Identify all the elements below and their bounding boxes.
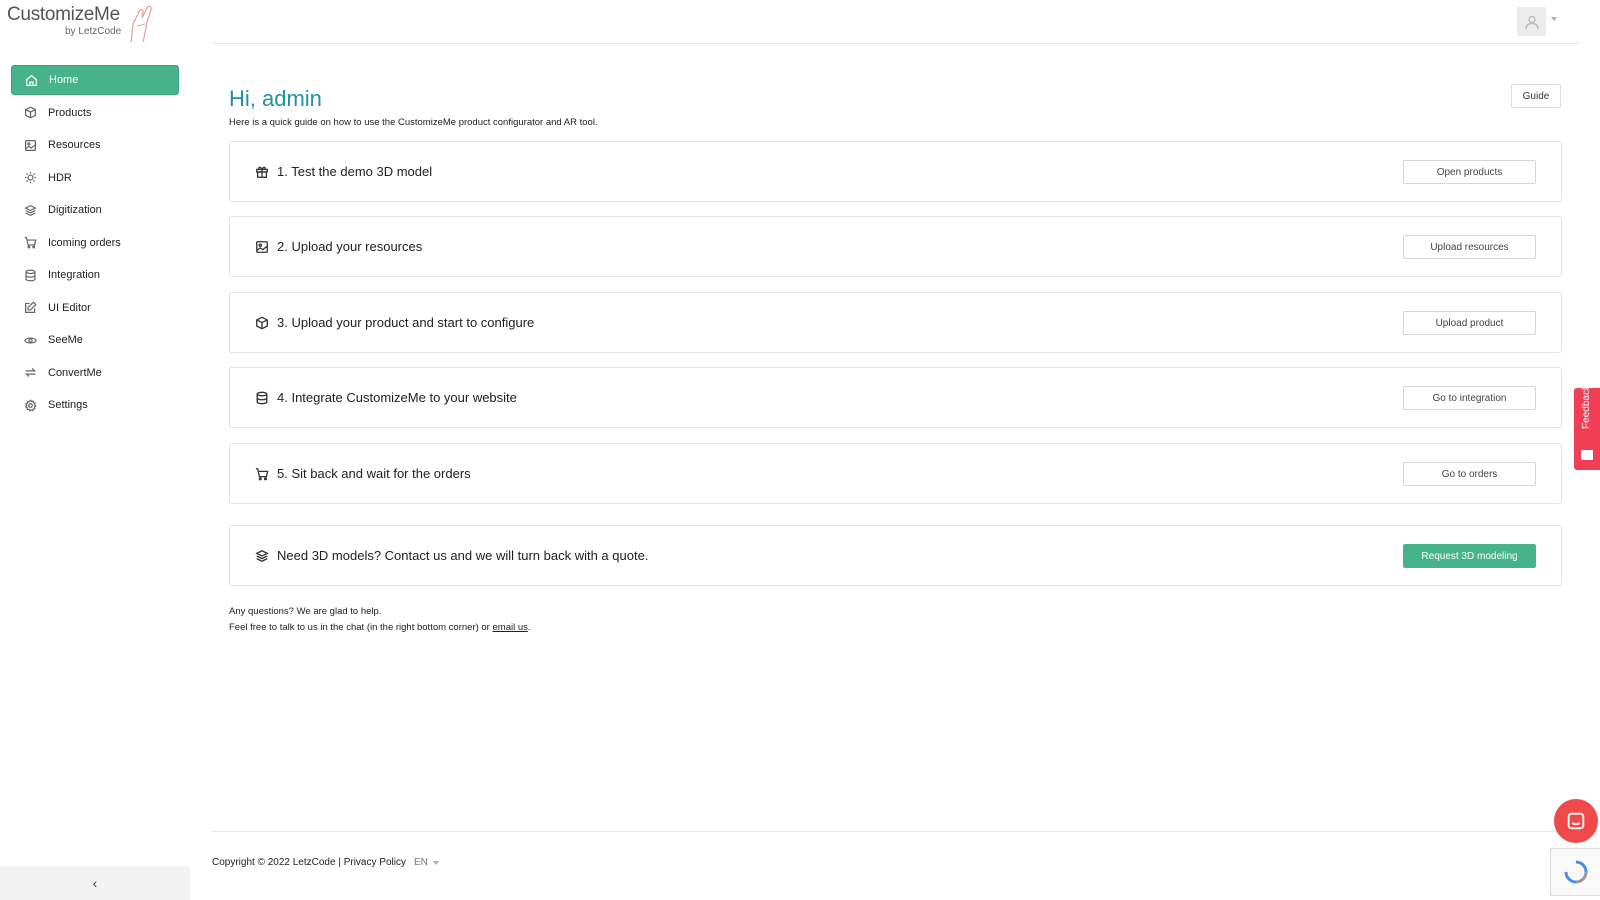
gift-icon [255,165,269,179]
user-icon [1524,15,1539,29]
step-title: 3. Upload your product and start to conf… [277,315,535,330]
logo-hand-icon [130,5,152,43]
sidebar-item-convertme[interactable]: ConvertMe [11,358,179,388]
language-label: EN [413,857,428,868]
convert-icon [23,366,37,380]
step-title: 5. Sit back and wait for the orders [277,466,471,481]
image-icon [23,138,37,152]
page-intro: Here is a quick guide on how to use the … [229,117,598,128]
logo-text: CustomizeMe [7,4,120,25]
eye-icon [23,333,37,347]
help-text: Any questions? We are glad to help. Feel… [229,604,531,636]
header-divider [212,43,1580,44]
sidebar-item-label: HDR [48,171,72,184]
sidebar-item-label: Home [49,74,79,86]
step-card-1: 1. Test the demo 3D model Open products [229,141,1562,202]
avatar[interactable] [1517,7,1546,36]
layers-icon [255,549,269,563]
request-title: Need 3D models? Contact us and we will t… [277,548,649,563]
home-icon [24,73,38,87]
chevron-down-icon [432,861,439,865]
logo[interactable]: CustomizeMe by LetzCode [7,4,152,44]
sidebar-collapse-button[interactable]: ‹ [0,866,190,900]
step-title: 2. Upload your resources [277,239,423,254]
help-line-2-text: Feel free to talk to us in the chat (in … [229,622,493,633]
language-selector[interactable]: EN [414,857,439,868]
step-title: 4. Integrate CustomizeMe to your website [277,390,517,405]
chevron-left-icon: ‹ [92,875,98,891]
step-card-2: 2. Upload your resources Upload resource… [229,216,1562,277]
help-line-1: Any questions? We are glad to help. [229,606,382,617]
chat-icon [1567,812,1585,830]
go-to-integration-button[interactable]: Go to integration [1403,386,1536,410]
sidebar-item-label: UI Editor [48,301,91,314]
avatar-dropdown-caret-icon[interactable] [1551,17,1557,21]
sidebar-item-label: Products [48,106,92,119]
sidebar-item-settings[interactable]: Settings [11,390,179,420]
sidebar-nav: Home Products Resources HDR Digitization… [11,65,179,423]
page-title: Hi, admin [229,86,322,111]
gear-icon [23,398,37,412]
sidebar-item-label: Integration [48,269,100,281]
step-card-4: 4. Integrate CustomizeMe to your website… [229,367,1562,428]
request-modeling-card: Need 3D models? Contact us and we will t… [229,525,1562,586]
footer: Copyright © 2022 LetzCode | Privacy Poli… [212,857,439,868]
image-icon [255,240,269,254]
upload-product-button[interactable]: Upload product [1403,311,1536,335]
sidebar-item-ui-editor[interactable]: UI Editor [11,293,179,323]
step-title: 1. Test the demo 3D model [277,164,433,179]
logo-subtext: by LetzCode [65,26,122,37]
sidebar-item-label: Settings [48,399,88,411]
email-us-link[interactable]: email us [493,622,528,633]
sidebar-item-label: ConvertMe [48,366,102,379]
help-line-2: Feel free to talk to us in the chat (in … [229,620,531,636]
cart-icon [23,236,37,250]
sidebar-item-hdr[interactable]: HDR [11,163,179,193]
sidebar-item-digitization[interactable]: Digitization [11,195,179,225]
sidebar-item-label: Icoming orders [48,236,121,249]
feedback-label: Feedback [1581,385,1592,429]
database-icon [255,391,269,405]
step-card-3: 3. Upload your product and start to conf… [229,292,1562,353]
feedback-icon [1581,450,1593,460]
sidebar-item-products[interactable]: Products [11,98,179,128]
sidebar-item-orders[interactable]: Icoming orders [11,228,179,258]
database-icon [23,268,37,282]
guide-button[interactable]: Guide [1511,84,1561,108]
recaptcha-icon [1564,860,1587,884]
cube-icon [255,316,269,330]
sidebar: CustomizeMe by LetzCode Home Products Re… [0,0,190,900]
footer-divider [212,831,1580,832]
feedback-tab[interactable]: Feedback [1574,385,1600,470]
sidebar-item-seeme[interactable]: SeeMe [11,325,179,355]
sidebar-item-home[interactable]: Home [11,65,179,95]
cart-icon [255,467,269,481]
upload-resources-button[interactable]: Upload resources [1403,235,1536,259]
step-card-5: 5. Sit back and wait for the orders Go t… [229,443,1562,504]
sidebar-item-label: Digitization [48,204,102,216]
sidebar-item-integration[interactable]: Integration [11,260,179,290]
sidebar-item-resources[interactable]: Resources [11,130,179,160]
sidebar-item-label: SeeMe [48,334,83,346]
go-to-orders-button[interactable]: Go to orders [1403,462,1536,486]
edit-icon [23,301,37,315]
sidebar-item-label: Resources [48,139,101,151]
layers-icon [23,203,37,217]
help-line-2-suffix: . [527,622,531,633]
copyright-text[interactable]: Copyright © 2022 LetzCode | Privacy Poli… [212,857,406,868]
request-3d-modeling-button[interactable]: Request 3D modeling [1403,544,1536,568]
sun-icon [23,171,37,185]
chat-launcher[interactable] [1554,799,1598,843]
recaptcha-badge[interactable] [1550,848,1600,896]
cube-icon [23,106,37,120]
open-products-button[interactable]: Open products [1403,160,1536,184]
